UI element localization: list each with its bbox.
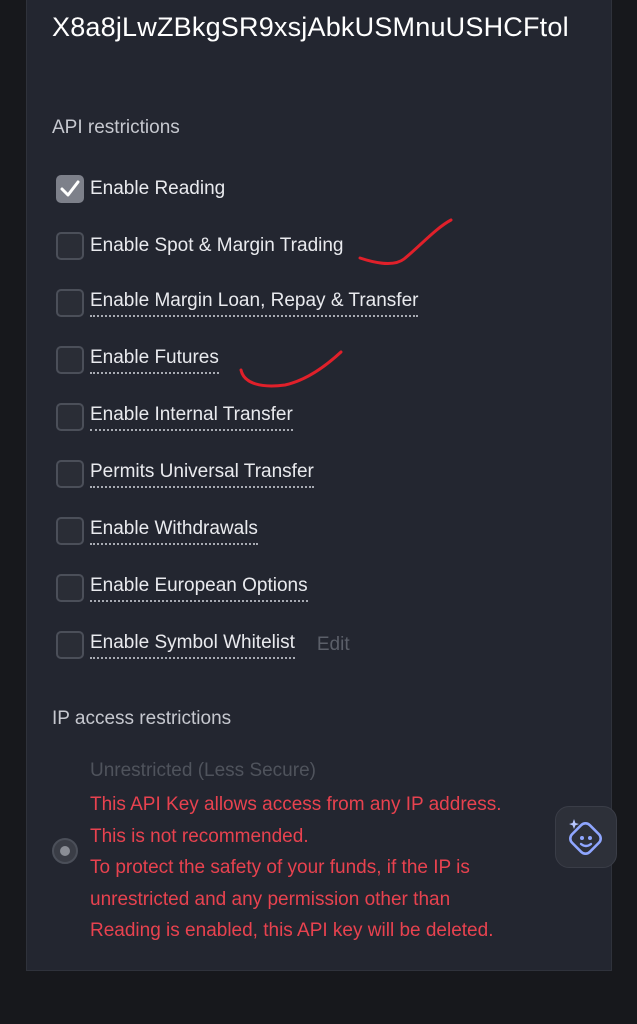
sparkle-face-icon [569, 819, 602, 855]
permission-row-spot-margin-trading[interactable]: Enable Spot & Margin Trading [56, 230, 344, 262]
unrestricted-option-title: Unrestricted (Less Secure) [90, 760, 316, 781]
checkbox-internal-transfer[interactable] [56, 403, 84, 431]
checkbox-symbol-whitelist[interactable] [56, 631, 84, 659]
permission-row-withdrawals[interactable]: Enable Withdrawals [56, 515, 258, 547]
permission-label: Enable Reading [90, 178, 226, 199]
checkmark-icon [60, 180, 80, 197]
ip-warning-line: This is not recommended. [90, 825, 309, 847]
permission-label: Permits Universal Transfer [90, 460, 314, 488]
permission-row-reading[interactable]: Enable Reading [56, 173, 225, 205]
checkbox-universal-transfer[interactable] [56, 460, 84, 488]
permission-label: Enable Margin Loan, Repay & Transfer [90, 289, 419, 317]
unrestricted-option[interactable]: Unrestricted (Less Secure) This API Key … [90, 758, 570, 947]
ip-warning-line: To protect the safety of your funds, if … [90, 857, 470, 878]
symbol-whitelist-edit-link[interactable]: Edit [317, 633, 350, 657]
permission-label: Enable Futures [90, 346, 219, 374]
ip-warning-line: unrestricted and any permission other th… [90, 888, 451, 910]
permission-row-futures[interactable]: Enable Futures [56, 344, 219, 376]
permission-label: Enable Withdrawals [90, 517, 258, 545]
radio-selected-dot [60, 846, 70, 856]
checkbox-margin-loan[interactable] [56, 289, 84, 317]
checkbox-european-options[interactable] [56, 574, 84, 602]
checkbox-withdrawals[interactable] [56, 517, 84, 545]
ip-warning-line: Reading is enabled, this API key will be… [90, 920, 494, 941]
ip-warning-line: This API Key allows access from any IP a… [90, 794, 502, 815]
api-key-value: X8a8jLwZBkgSR9xsjAbkUSMnuUSHCFtol [52, 12, 569, 42]
permission-label: Enable Symbol Whitelist [90, 631, 295, 659]
permission-label: Enable European Options [90, 574, 308, 602]
ip-access-heading: IP access restrictions [52, 708, 232, 729]
checkbox-spot-margin-trading[interactable] [56, 232, 84, 260]
checkbox-futures[interactable] [56, 346, 84, 374]
permission-row-universal-transfer[interactable]: Permits Universal Transfer [56, 458, 314, 490]
api-restrictions-heading: API restrictions [52, 117, 180, 138]
api-management-screen: X8a8jLwZBkgSR9xsjAbkUSMnuUSHCFtol API re… [0, 0, 637, 1024]
permission-row-internal-transfer[interactable]: Enable Internal Transfer [56, 401, 293, 433]
permission-row-margin-loan[interactable]: Enable Margin Loan, Repay & Transfer [56, 287, 419, 319]
permission-row-symbol-whitelist[interactable]: Enable Symbol Whitelist Edit [56, 629, 350, 661]
assistant-button[interactable] [555, 806, 617, 868]
permission-label: Enable Spot & Margin Trading [90, 235, 344, 256]
unrestricted-radio[interactable] [52, 838, 78, 864]
permission-row-european-options[interactable]: Enable European Options [56, 572, 308, 604]
permission-label: Enable Internal Transfer [90, 403, 293, 431]
checkbox-reading[interactable] [56, 175, 84, 203]
